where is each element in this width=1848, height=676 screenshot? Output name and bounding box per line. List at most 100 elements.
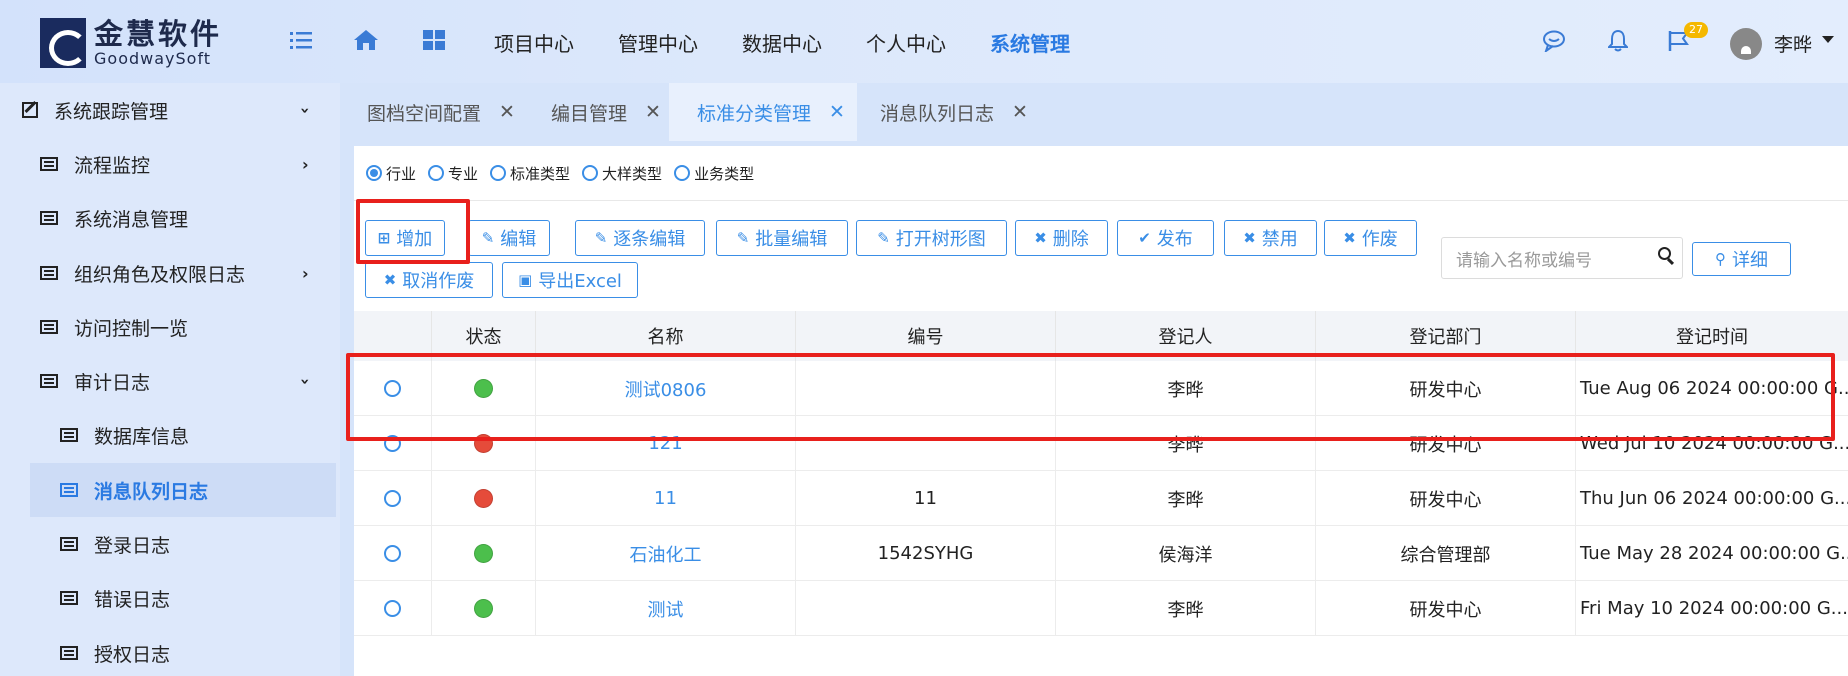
status-green-dot-icon <box>474 544 493 563</box>
chevron-down-icon: › <box>295 106 315 114</box>
user-name[interactable]: 李晔 <box>1774 30 1812 57</box>
name-cell[interactable]: 石油化工 <box>536 526 796 581</box>
nav-item-management-center[interactable]: 管理中心 <box>618 28 698 57</box>
tab-label: 消息队列日志 <box>880 102 995 125</box>
filter-label: 业务类型 <box>694 164 755 183</box>
sidebar-item-org-role-log[interactable]: 组织角色及权限日志 › <box>30 246 340 300</box>
name-cell[interactable]: 11 <box>536 471 796 526</box>
item-edit-button[interactable]: ✎ 逐条编辑 <box>575 220 705 256</box>
sidebar-item-auth-log[interactable]: 授权日志 <box>30 626 340 676</box>
radio-icon <box>428 165 445 181</box>
menu-list-icon[interactable] <box>290 30 312 50</box>
row-select-cell <box>354 416 432 471</box>
filter-standard-type[interactable]: 标准类型 <box>490 163 570 184</box>
sidebar-item-error-log[interactable]: 错误日志 <box>30 571 340 625</box>
nav-item-project-center[interactable]: 项目中心 <box>494 28 574 57</box>
category-filter: 行业 专业 标准类型 大样类型 业务类型 <box>366 160 766 186</box>
open-tree-button[interactable]: ✎ 打开树形图 <box>856 220 1007 256</box>
sidebar-item-label: 系统消息管理 <box>74 208 189 231</box>
column-header-time[interactable]: 登记时间 <box>1576 311 1848 361</box>
button-label: 导出Excel <box>538 271 622 292</box>
time-cell: Tue Aug 06 2024 00:00:00 G... <box>1580 378 1848 399</box>
row-radio-icon[interactable] <box>384 490 401 507</box>
delete-button[interactable]: ✖ 删除 <box>1015 220 1108 256</box>
close-icon[interactable]: ✕ <box>499 101 515 123</box>
column-header-status[interactable]: 状态 <box>432 311 536 361</box>
tab-catalog-management[interactable]: 编目管理 ✕ <box>551 83 661 141</box>
column-header-registrant[interactable]: 登记人 <box>1056 311 1316 361</box>
sidebar-item-label: 登录日志 <box>94 534 171 557</box>
search-placeholder: 请输入名称或编号 <box>1456 250 1592 271</box>
batch-edit-button[interactable]: ✎ 批量编辑 <box>716 220 848 256</box>
tab-drawing-space-config[interactable]: 图档空间配置 ✕ <box>367 83 515 141</box>
search-icon[interactable] <box>1658 247 1674 263</box>
edit-icon: ✎ <box>594 229 608 247</box>
tab-standard-classification[interactable]: 标准分类管理 ✕ <box>669 83 857 141</box>
sidebar-item-process-monitor[interactable]: 流程监控 › <box>30 137 340 191</box>
sidebar-item-mq-log[interactable]: 消息队列日志 <box>30 463 336 517</box>
disable-button[interactable]: ✖ 禁用 <box>1224 220 1317 256</box>
logo[interactable]: 金慧软件 GoodwaySoft <box>40 18 222 68</box>
filter-industry[interactable]: 行业 <box>366 163 416 184</box>
row-radio-icon[interactable] <box>384 600 401 617</box>
nav-item-system-management[interactable]: 系统管理 <box>990 28 1070 57</box>
table-row[interactable]: 石油化工 1542SYHG 侯海洋 综合管理部 Tue May 28 2024 … <box>354 526 1848 581</box>
filter-specialty[interactable]: 专业 <box>428 163 478 184</box>
cancel-void-button[interactable]: ✖ 取消作废 <box>365 262 493 298</box>
sidebar-item-database-info[interactable]: 数据库信息 <box>30 408 340 462</box>
sidebar-item-audit-log[interactable]: 审计日志 › <box>30 354 340 408</box>
bell-icon[interactable] <box>1608 30 1628 52</box>
sidebar-item-login-log[interactable]: 登录日志 <box>30 517 340 571</box>
grid-apps-icon[interactable] <box>423 30 445 50</box>
time-cell: Thu Jun 06 2024 00:00:00 G... <box>1580 488 1848 509</box>
column-header-code[interactable]: 编号 <box>796 311 1056 361</box>
detail-button[interactable]: ⚲ 详细 <box>1692 242 1791 276</box>
tab-mq-log[interactable]: 消息队列日志 ✕ <box>880 83 1028 141</box>
department-cell: 研发中心 <box>1316 416 1576 471</box>
sidebar-item-system-messages[interactable]: 系统消息管理 <box>30 191 340 245</box>
nav-item-data-center[interactable]: 数据中心 <box>742 28 822 57</box>
row-radio-icon[interactable] <box>384 545 401 562</box>
name-cell[interactable]: 121 <box>536 416 796 471</box>
table-row[interactable]: 测试 李晔 研发中心 Fri May 10 2024 00:00:00 G... <box>354 581 1848 636</box>
add-button[interactable]: ⊞ 增加 <box>365 220 445 256</box>
edit-button[interactable]: ✎ 编辑 <box>468 220 550 256</box>
button-label: 逐条编辑 <box>613 229 686 250</box>
row-radio-icon[interactable] <box>384 380 401 397</box>
x-icon: ✖ <box>1243 229 1256 247</box>
filter-business-type[interactable]: 业务类型 <box>674 163 754 184</box>
chevron-right-icon: › <box>302 263 309 283</box>
void-button[interactable]: ✖ 作废 <box>1324 220 1417 256</box>
table-row[interactable]: 11 11 李晔 研发中心 Thu Jun 06 2024 00:00:00 G… <box>354 471 1848 526</box>
button-label: 删除 <box>1052 229 1089 250</box>
user-avatar[interactable] <box>1730 28 1762 60</box>
main-nav: 项目中心 管理中心 数据中心 个人中心 系统管理 <box>494 28 1114 57</box>
sidebar-item-system-tracking[interactable]: 系统跟踪管理 › <box>0 83 340 137</box>
name-cell[interactable]: 测试 <box>536 581 796 636</box>
status-cell <box>432 471 536 526</box>
button-label: 取消作废 <box>402 271 475 292</box>
close-icon[interactable]: ✕ <box>645 101 661 123</box>
search-input[interactable]: 请输入名称或编号 <box>1441 237 1683 279</box>
list-icon <box>40 211 58 225</box>
column-header-department[interactable]: 登记部门 <box>1316 311 1576 361</box>
row-radio-icon[interactable] <box>384 435 401 452</box>
sidebar-item-label: 数据库信息 <box>94 425 190 448</box>
code-cell: 1542SYHG <box>796 526 1056 581</box>
status-red-dot-icon <box>474 489 493 508</box>
export-excel-button[interactable]: ▣ 导出Excel <box>502 262 638 298</box>
table-row[interactable]: 测试0806 李晔 研发中心 Tue Aug 06 2024 00:00:00 … <box>354 361 1848 416</box>
sidebar-item-access-control[interactable]: 访问控制一览 <box>30 300 340 354</box>
close-icon[interactable]: ✕ <box>829 101 845 123</box>
user-menu-caret-icon[interactable] <box>1822 36 1834 43</box>
column-header-name[interactable]: 名称 <box>536 311 796 361</box>
filter-detail-type[interactable]: 大样类型 <box>582 163 662 184</box>
home-icon[interactable] <box>354 30 378 50</box>
status-cell <box>432 581 536 636</box>
nav-item-personal-center[interactable]: 个人中心 <box>866 28 946 57</box>
chat-icon[interactable] <box>1542 30 1566 52</box>
publish-button[interactable]: ✔ 发布 <box>1117 220 1214 256</box>
table-row[interactable]: 121 李晔 研发中心 Wed Jul 10 2024 00:00:00 G..… <box>354 416 1848 471</box>
name-cell[interactable]: 测试0806 <box>536 361 796 416</box>
close-icon[interactable]: ✕ <box>1012 101 1028 123</box>
